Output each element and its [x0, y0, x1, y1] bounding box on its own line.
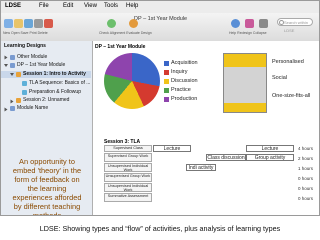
session-icon — [16, 72, 21, 77]
menu-help[interactable]: Help — [126, 3, 138, 9]
menu-view[interactable]: View — [84, 3, 97, 9]
learning-types-pie-chart — [104, 53, 160, 109]
activity-block[interactable]: Class discussion — [206, 154, 246, 161]
print-icon[interactable] — [34, 19, 43, 28]
folder-icon — [10, 106, 15, 111]
timeline-row-label: Unsupervised Individual Work — [104, 163, 152, 172]
sidebar-item-other-module[interactable]: Other Module — [17, 54, 47, 60]
collapse-icon[interactable] — [259, 19, 268, 28]
pie-legend-label: Inquiry — [171, 69, 188, 75]
collapse-tree-icon[interactable] — [10, 73, 14, 76]
folder-icon — [10, 63, 15, 68]
sequence-icon — [22, 90, 27, 95]
bar-label: Personalised — [272, 59, 304, 65]
sequence-icon — [22, 81, 27, 86]
sidebar-item-dp-module[interactable]: DP – 1st Year Module — [17, 62, 65, 68]
pie-legend-label: Production — [171, 96, 198, 102]
expand-icon[interactable] — [4, 107, 8, 112]
open-icon[interactable] — [14, 19, 23, 28]
evaluate-design-icon[interactable] — [129, 19, 138, 28]
callout-text: An opportunity to embed 'theory' in the … — [12, 157, 82, 216]
timeline-row-label: Unsupervised Group Work — [104, 173, 152, 182]
folder-icon — [10, 55, 15, 60]
pie-legend-label: Discussion — [171, 78, 198, 84]
activity-block[interactable]: Group activity — [246, 154, 294, 161]
pie-legend-label: Acquisition — [171, 60, 198, 66]
check-alignment-icon[interactable] — [107, 19, 116, 28]
session-icon — [16, 98, 21, 103]
toolbar-mid-labels: Check Alignment Evaluate Design — [99, 31, 152, 35]
bar-segment — [224, 103, 266, 112]
activity-block[interactable]: Lecture — [153, 145, 191, 152]
activity-block[interactable]: Lecture — [246, 145, 294, 152]
timeline-row-label: Supervised Class — [104, 145, 152, 152]
bar-segment — [224, 54, 266, 67]
activity-block[interactable]: Indi activity — [186, 164, 216, 171]
menu-edit[interactable]: Edit — [63, 3, 73, 9]
app-window: LDSE File Edit View Tools Help DP – 1st … — [0, 0, 320, 216]
search-icon — [279, 20, 284, 25]
pie-legend-label: Practice — [171, 87, 191, 93]
sidebar-item-session-1[interactable]: Session 1: Intro to Activity — [23, 71, 86, 77]
hours-label: 4 hours — [298, 146, 314, 151]
bar-label: Social — [272, 75, 287, 81]
hours-label: 0 hours — [298, 186, 314, 191]
hours-label: 0 hours — [298, 196, 314, 201]
collapse-tree-icon[interactable] — [4, 64, 8, 67]
redesign-icon[interactable] — [245, 19, 254, 28]
sidebar-item-preparation[interactable]: Preparation & Followup — [29, 89, 81, 95]
save-icon[interactable] — [24, 19, 33, 28]
pie-legend-swatch — [164, 79, 169, 84]
toolbar-left-labels: New Open Save Print Delete — [3, 31, 48, 35]
bar-segment — [224, 66, 266, 104]
hours-label: 2 hours — [298, 156, 314, 161]
sidebar-header: Learning Designs — [4, 43, 46, 49]
timeline-row-label: Summative Assessment — [104, 193, 152, 202]
sidebar-item-tla-sequence[interactable]: TLA Sequence: Basics of ... — [29, 80, 90, 86]
panel-title: DP – 1st Year Module — [95, 44, 146, 50]
pie-legend-swatch — [164, 88, 169, 93]
new-icon[interactable] — [4, 19, 13, 28]
expand-icon[interactable] — [10, 99, 14, 104]
menu-app[interactable]: LDSE — [5, 3, 21, 9]
expand-icon[interactable] — [4, 55, 8, 60]
hours-label: 0 hours — [298, 176, 314, 181]
slide-caption: LDSE: Showing types and “flow” of activi… — [39, 224, 281, 233]
pie-legend-swatch — [164, 70, 169, 75]
timeline-row-label: Supervised Group Work — [104, 153, 152, 162]
toolbar-right-labels: Help Redesign Collapse — [229, 31, 267, 35]
pie-legend-swatch — [164, 97, 169, 102]
sidebar-item-module-name[interactable]: Module Name — [17, 105, 48, 111]
bar-label: One-size-fits-all — [272, 93, 311, 99]
window-title: DP – 1st Year Module — [134, 16, 188, 22]
pie-legend-swatch — [164, 61, 169, 66]
delete-icon[interactable] — [44, 19, 53, 28]
learning-modes-bar-chart — [223, 53, 267, 113]
sidebar-item-session-2[interactable]: Session 2: Unnamed — [23, 97, 69, 103]
hours-label: 1 hours — [298, 166, 314, 171]
menu-tools[interactable]: Tools — [104, 3, 118, 9]
help-icon[interactable] — [231, 19, 240, 28]
timeline-row-label: Unsupervised Individual Work — [104, 183, 152, 192]
menu-file[interactable]: File — [39, 3, 49, 9]
